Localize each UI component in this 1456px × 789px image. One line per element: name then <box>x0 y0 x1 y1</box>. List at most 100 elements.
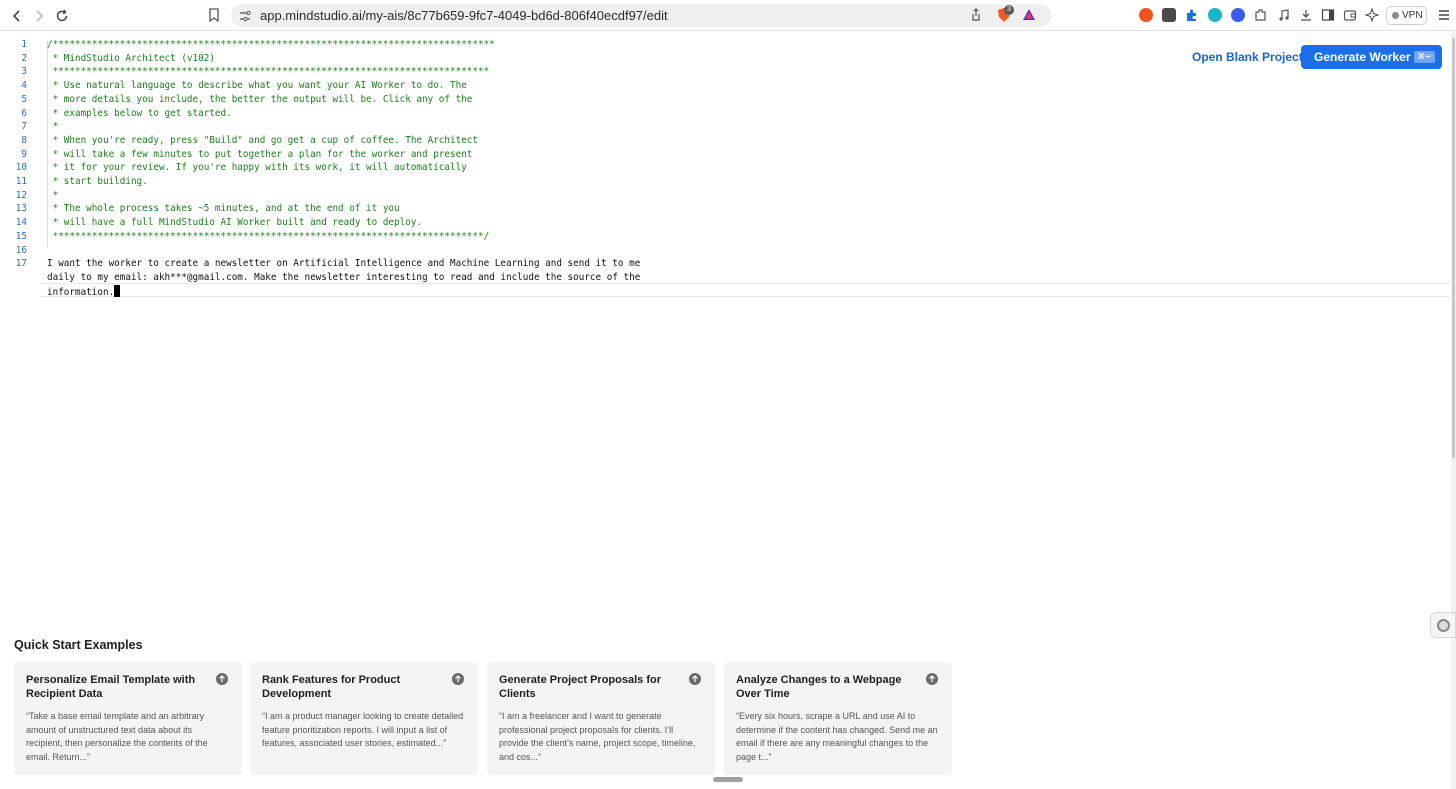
editor-line[interactable]: information. <box>0 284 1456 299</box>
line-number: 3 <box>21 66 27 78</box>
download-icon[interactable] <box>1299 8 1313 22</box>
line-number: 13 <box>15 203 27 215</box>
circle-extension-icon[interactable] <box>1208 8 1222 22</box>
extensions-icon[interactable] <box>1254 8 1268 22</box>
line-number: 4 <box>21 80 27 92</box>
line-text: * <box>47 121 59 133</box>
arrow-up-icon[interactable] <box>216 673 228 685</box>
quick-start-card[interactable]: Personalize Email Template with Recipien… <box>14 662 242 775</box>
line-text: * MindStudio Architect (v102) <box>47 52 215 64</box>
forward-icon[interactable] <box>30 7 48 25</box>
bookmark-icon[interactable] <box>206 7 222 23</box>
url-text[interactable]: app.mindstudio.ai/my-ais/8c77b659-9fc7-4… <box>260 8 668 23</box>
card-title: Analyze Changes to a Webpage Over Time <box>736 674 902 700</box>
line-number: 12 <box>15 189 27 201</box>
browser-toolbar: app.mindstudio.ai/my-ais/8c77b659-9fc7-4… <box>0 0 1456 31</box>
line-text: * will take a few minutes to put togethe… <box>47 148 473 160</box>
w-extension-icon[interactable] <box>1162 8 1176 22</box>
line-number: 17 <box>15 258 27 270</box>
x-extension-icon[interactable] <box>1231 8 1245 22</box>
line-number: 11 <box>15 176 27 187</box>
drag-handle[interactable] <box>713 777 743 782</box>
editor-line[interactable]: 11 * start building. <box>0 175 1456 189</box>
line-number: 16 <box>15 244 27 256</box>
generate-worker-button[interactable]: Generate Worker ⌘↵ <box>1301 45 1442 69</box>
card-description: “Every six hours, scrape a URL and use A… <box>736 711 938 763</box>
arrow-up-icon[interactable] <box>926 673 938 685</box>
line-number: 9 <box>21 148 27 160</box>
quick-start-card[interactable]: Generate Project Proposals for Clients “… <box>487 662 715 775</box>
editor-line[interactable]: 15 *************************************… <box>0 230 1456 244</box>
side-widget-button[interactable] <box>1430 612 1456 638</box>
editor-line[interactable]: 3 **************************************… <box>0 65 1456 79</box>
editor-line[interactable]: 16 <box>0 244 1456 258</box>
arrow-up-icon[interactable] <box>452 673 464 685</box>
line-number: 15 <box>15 230 27 242</box>
reload-icon[interactable] <box>53 7 71 25</box>
editor-line[interactable]: daily to my email: akh***@gmail.com. Mak… <box>0 271 1456 285</box>
line-number: 14 <box>15 217 27 229</box>
text-cursor <box>114 284 121 297</box>
line-text: * it for your review. If you're happy wi… <box>47 162 467 174</box>
editor-line[interactable]: 5 * more details you include, the better… <box>0 93 1456 107</box>
line-text: /***************************************… <box>47 39 495 50</box>
card-title: Rank Features for Product Development <box>262 674 401 700</box>
quick-start-card[interactable]: Analyze Changes to a Webpage Over Time “… <box>724 662 952 775</box>
editor-line[interactable]: 9 * will take a few minutes to put toget… <box>0 148 1456 162</box>
wallet-icon[interactable] <box>1343 8 1357 22</box>
puzzle-extension-icon[interactable] <box>1185 8 1199 22</box>
line-text: * <box>47 189 59 201</box>
line-text: * Use natural language to describe what … <box>47 80 467 92</box>
editor-line[interactable]: 4 * Use natural language to describe wha… <box>0 79 1456 93</box>
line-text: * examples below to get started. <box>47 107 232 119</box>
card-description: “Take a base email template and an arbit… <box>26 711 208 763</box>
quick-start-title: Quick Start Examples <box>14 638 143 652</box>
sidebar-icon[interactable] <box>1321 8 1335 22</box>
vpn-button[interactable]: VPN <box>1386 6 1427 25</box>
prompt-editor[interactable]: 1 /**************************************… <box>0 38 1456 300</box>
keyboard-shortcut-badge: ⌘↵ <box>1414 51 1435 63</box>
line-text: * start building. <box>47 176 148 187</box>
editor-line[interactable]: 17 I want the worker to create a newslett… <box>0 257 1456 271</box>
card-description: “I am a freelancer and I want to generat… <box>499 711 696 763</box>
record-icon <box>1437 619 1450 632</box>
line-number: 10 <box>15 162 27 174</box>
editor-line[interactable]: 7 * <box>0 120 1456 134</box>
line-number: 1 <box>21 39 27 50</box>
card-description: “I am a product manager looking to creat… <box>262 711 464 749</box>
site-settings-icon[interactable] <box>239 9 251 22</box>
vpn-label: VPN <box>1402 10 1423 21</box>
back-icon[interactable] <box>8 7 26 25</box>
arrow-up-icon[interactable] <box>689 673 701 685</box>
share-icon[interactable] <box>969 8 983 22</box>
menu-icon[interactable] <box>1438 8 1450 22</box>
line-text: I want the worker to create a newsletter… <box>47 258 641 270</box>
line-number: 7 <box>21 121 27 133</box>
line-text: daily to my email: akh***@gmail.com. Mak… <box>47 271 641 283</box>
shields-count-badge: 3 <box>1004 5 1014 15</box>
vpn-status-icon <box>1392 12 1399 19</box>
editor-line[interactable]: 10 * it for your review. If you're happy… <box>0 161 1456 175</box>
editor-line[interactable]: 13 * The whole process takes ~5 minutes,… <box>0 202 1456 216</box>
editor-line[interactable]: 14 * will have a full MindStudio AI Work… <box>0 216 1456 230</box>
editor-line[interactable]: 12 * <box>0 189 1456 203</box>
open-blank-project-link[interactable]: Open Blank Project <box>1192 50 1303 64</box>
generate-worker-label: Generate Worker <box>1314 50 1411 64</box>
quick-start-card[interactable]: Rank Features for Product Development “I… <box>250 662 478 775</box>
address-bar[interactable]: app.mindstudio.ai/my-ais/8c77b659-9fc7-4… <box>231 4 1051 27</box>
leo-ai-icon[interactable] <box>1364 7 1380 23</box>
line-text: * The whole process takes ~5 minutes, an… <box>47 203 400 215</box>
line-number: 8 <box>21 134 27 146</box>
scrollbar-thumb[interactable] <box>1452 38 1455 458</box>
line-text: * When you're ready, press "Build" and g… <box>47 134 478 146</box>
line-number: 5 <box>21 93 27 105</box>
extension-red-icon[interactable] <box>1139 8 1153 22</box>
editor-line[interactable]: 6 * examples below to get started. <box>0 107 1456 121</box>
brave-rewards-icon[interactable] <box>1021 7 1037 23</box>
editor-line[interactable]: 8 * When you're ready, press "Build" and… <box>0 134 1456 148</box>
card-title: Generate Project Proposals for Clients <box>499 674 661 700</box>
line-text: ****************************************… <box>47 230 490 242</box>
line-text: * will have a full MindStudio AI Worker … <box>47 217 423 229</box>
music-icon[interactable] <box>1277 8 1291 22</box>
line-number: 6 <box>21 107 27 119</box>
